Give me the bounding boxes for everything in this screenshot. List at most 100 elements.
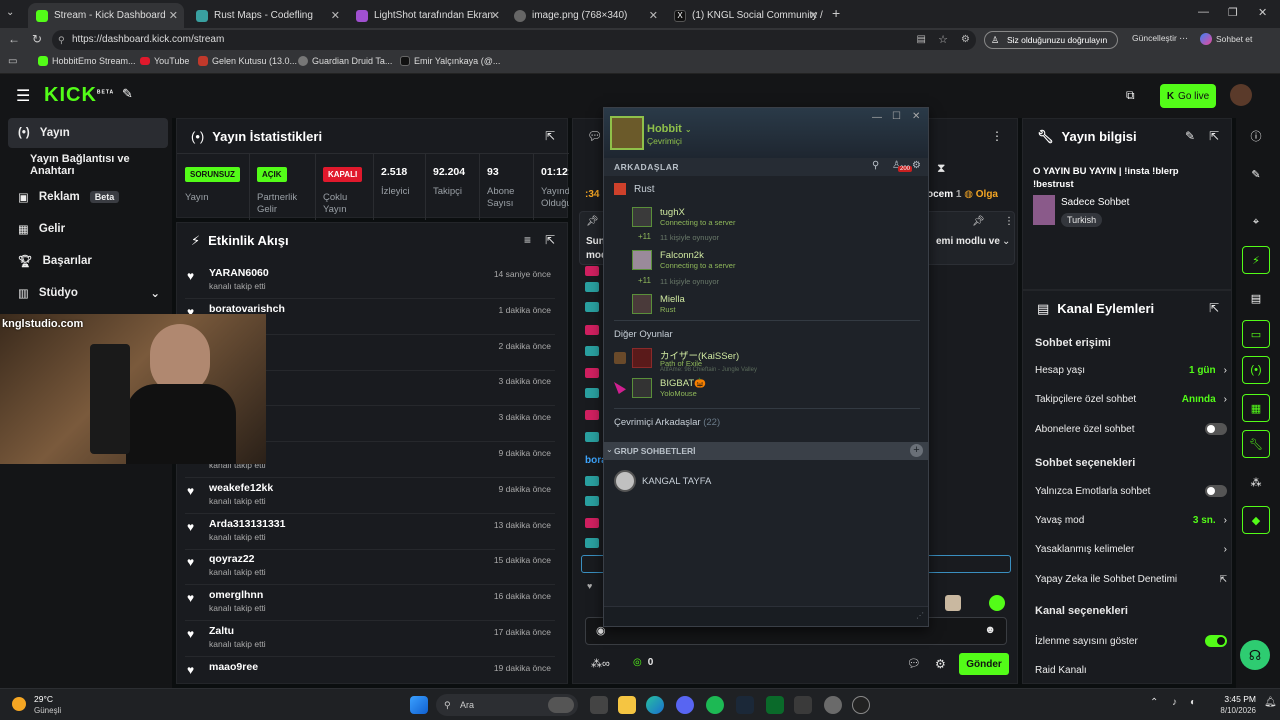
sidebar-item-yayin[interactable]: (•) Yayın <box>8 118 168 148</box>
steam-maximize-icon[interactable]: ☐ <box>892 111 901 122</box>
user-avatar[interactable] <box>1230 84 1252 106</box>
raid-channel-row[interactable]: Raid Kanalı <box>1035 660 1227 680</box>
emoji-icon[interactable]: ☻ <box>984 624 996 636</box>
chat-bubble-icon[interactable]: 💬︎ <box>907 657 921 670</box>
close-tab-icon[interactable]: ✕ <box>169 9 178 22</box>
reload-icon[interactable]: ↻ <box>32 32 42 46</box>
close-tab-icon[interactable]: ✕ <box>331 9 340 22</box>
event-user[interactable]: boratovarishch <box>209 303 285 315</box>
subscribers-only-toggle[interactable] <box>1205 423 1227 435</box>
task-view-icon[interactable] <box>590 696 608 714</box>
ai-moderation-row[interactable]: Yapay Zeka ile Sohbet Denetimi ⇱ <box>1035 569 1227 589</box>
bookmark-youtube[interactable]: YouTube <box>140 56 189 66</box>
clock-time[interactable]: 3:45 PM <box>1206 694 1256 704</box>
event-user[interactable]: weakefe12kk <box>209 482 273 494</box>
edit-icon[interactable]: ✎ <box>1185 129 1195 143</box>
sidebar-item-gelir[interactable]: ▦ Gelir <box>8 214 168 244</box>
settings-icon[interactable] <box>824 696 842 714</box>
target-icon[interactable]: ⌖ <box>1242 208 1270 236</box>
edit-pencil-icon[interactable]: ✎ <box>1242 160 1270 188</box>
chevron-down-icon[interactable]: ⌄ <box>150 286 160 300</box>
notification-icon[interactable]: 🔔︎ <box>1264 697 1277 708</box>
broadcast-icon[interactable]: (•) <box>1242 356 1270 384</box>
file-explorer-icon[interactable] <box>618 696 636 714</box>
steam-username[interactable]: Hobbit ⌄ <box>647 123 692 135</box>
update-button[interactable]: Güncelleştir ⋯ <box>1132 33 1188 44</box>
steam-avatar[interactable] <box>610 116 644 150</box>
channel-actions-icon[interactable]: ▦ <box>1242 394 1270 422</box>
event-user[interactable]: maao9ree <box>209 661 258 673</box>
weather-temp[interactable]: 29°C <box>34 694 53 704</box>
obs-icon[interactable] <box>852 696 870 714</box>
bookmark-menu-icon[interactable]: ▭ <box>8 56 17 67</box>
game-group-label[interactable]: Rust <box>634 184 655 195</box>
sidebar-item-reklam[interactable]: ▣ Reklam Beta <box>8 182 168 212</box>
pinned-more-icon[interactable]: ⋮ <box>1004 216 1014 227</box>
tab-lightshot[interactable]: LightShot tarafından Ekran Görünt ✕ <box>348 3 506 28</box>
extension-icon[interactable]: ⚙ <box>961 30 970 50</box>
url-input[interactable]: ⚲ https://dashboard.kick.com/stream ▤ ☆ … <box>52 30 976 50</box>
popout-icon[interactable]: ⇱ <box>545 233 555 247</box>
emote-icon[interactable] <box>989 595 1005 611</box>
slow-mode-row[interactable]: Yavaş mod 3 sn. › <box>1035 510 1227 530</box>
reader-icon[interactable]: ▤ <box>917 30 926 50</box>
steam-minimize-icon[interactable]: — <box>872 112 882 123</box>
chevron-down-icon[interactable]: ⌄ <box>1002 236 1010 247</box>
theater-mode-icon[interactable]: ⧉ <box>1126 88 1135 103</box>
back-icon[interactable]: ← <box>8 32 20 46</box>
diamond-icon[interactable]: ◆ <box>1242 506 1270 534</box>
friend-row-falconn2k[interactable]: Falconn2k Connecting to a server <box>610 250 910 272</box>
add-group-icon[interactable]: + <box>910 444 923 457</box>
steam-settings-icon[interactable]: ⚙ <box>912 160 921 171</box>
close-tab-icon[interactable]: ✕ <box>809 9 818 22</box>
new-tab-icon[interactable]: + <box>832 5 840 21</box>
support-headset-icon[interactable]: ☊ <box>1240 640 1270 670</box>
restore-window-icon[interactable]: ❐ <box>1228 6 1238 19</box>
favorite-star-icon[interactable]: ☆ <box>938 30 948 50</box>
tab-kngl-x[interactable]: X (1) KNGL Social Community / X ✕ <box>666 3 824 28</box>
copilot-chat-button[interactable]: Sohbet et <box>1200 33 1252 45</box>
tray-chevron-icon[interactable]: ⌃ <box>1150 697 1158 708</box>
hamburger-menu-icon[interactable]: ☰ <box>16 86 30 106</box>
go-live-button[interactable]: K Go live <box>1160 84 1216 108</box>
info-icon[interactable]: ⓘ <box>1242 122 1270 150</box>
clock-date[interactable]: 8/10/2026 <box>1206 706 1256 715</box>
event-user[interactable]: YARAN6060 <box>209 267 269 279</box>
banned-words-row[interactable]: Yasaklanmış kelimeler › <box>1035 539 1227 559</box>
friend-row-bigbat[interactable]: BIGBAT🎃 YoloMouse <box>610 378 910 400</box>
event-user[interactable]: Arda313131331 <box>209 518 285 530</box>
friend-row-tughx[interactable]: tughX Connecting to a server <box>610 207 910 229</box>
points-counter[interactable]: ◎ 0 <box>633 657 653 668</box>
lightning-icon[interactable]: ⚡︎ <box>1242 246 1270 274</box>
followers-only-row[interactable]: Takipçilere özel sohbet Anında › <box>1035 389 1227 409</box>
bookmark-inbox[interactable]: Gelen Kutusu (13.0... <box>198 56 297 66</box>
tab-kick-dashboard[interactable]: Stream - Kick Dashboard ✕ <box>28 3 184 28</box>
verify-identity-button[interactable]: ♙ Siz olduğunuzu doğrulayın <box>984 31 1118 49</box>
chat-more-icon[interactable]: ⋮ <box>991 129 1003 143</box>
other-games-label[interactable]: Diğer Oyunlar <box>614 329 673 340</box>
settings-gear-icon[interactable]: ⚙ <box>935 657 946 671</box>
popout-icon[interactable]: ⇱ <box>1209 301 1219 315</box>
send-button[interactable]: Gönder <box>959 653 1009 675</box>
filter-icon[interactable]: ≡ <box>524 233 531 247</box>
steam-icon[interactable] <box>736 696 754 714</box>
group-chats-header[interactable]: ⌄ GRUP SOHBETLERİ + <box>604 442 928 460</box>
close-tab-icon[interactable]: ✕ <box>491 9 500 22</box>
event-user[interactable]: Zaltu <box>209 625 234 637</box>
event-user[interactable]: qoyraz22 <box>209 553 255 565</box>
friend-row-kaisser[interactable]: カイザー(KaiSSer) Path of Exile AtlfAme: 98 … <box>610 348 910 373</box>
windows-start-icon[interactable] <box>410 696 428 714</box>
sidebar-item-stream-key[interactable]: Yayın Bağlantısı ve Anahtarı <box>8 150 168 180</box>
tab-rust-maps[interactable]: Rust Maps - Codefling ✕ <box>188 3 346 28</box>
emote-only-toggle[interactable] <box>1205 485 1227 497</box>
close-window-icon[interactable]: ✕ <box>1258 6 1267 19</box>
view-count-toggle[interactable] <box>1205 635 1227 647</box>
kick-logo[interactable]: KICKBETA <box>44 84 114 107</box>
taskbar-search[interactable]: ⚲ Ara <box>436 694 578 716</box>
close-tab-icon[interactable]: ✕ <box>649 9 658 22</box>
sidebar-item-studyo[interactable]: ▥ Stüdyo ⌄ <box>8 278 168 308</box>
friend-row-miella[interactable]: Miella Rust <box>610 294 910 316</box>
network-icon[interactable]: ◐ <box>1190 697 1196 708</box>
site-info-icon[interactable]: ⚲ <box>58 30 65 50</box>
spotify-icon[interactable] <box>706 696 724 714</box>
